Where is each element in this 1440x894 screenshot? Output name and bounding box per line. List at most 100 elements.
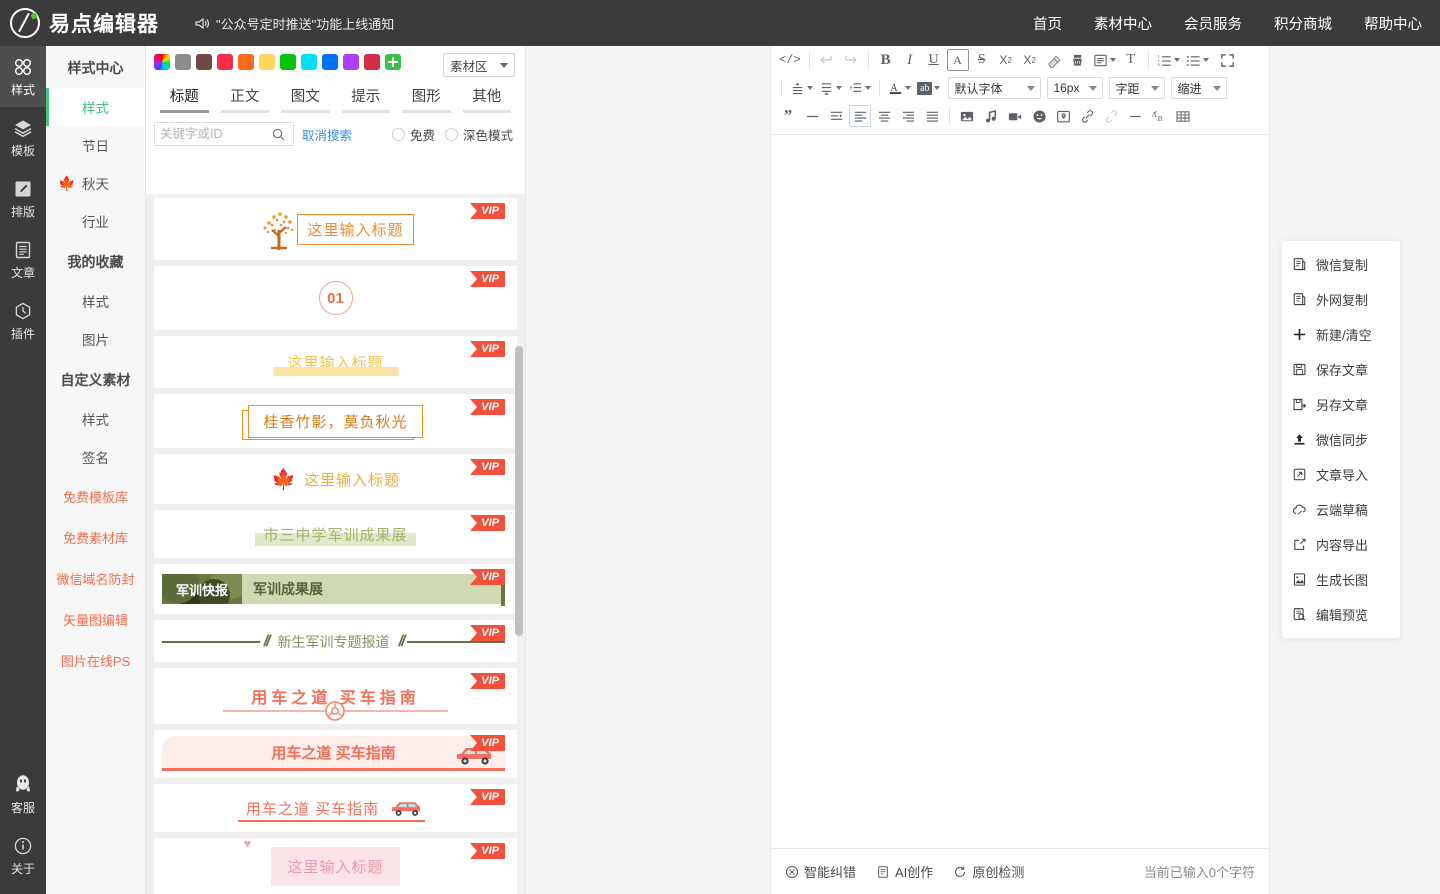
add-color-button[interactable] — [385, 54, 401, 70]
letter-spacing-select[interactable]: 字距 — [1109, 77, 1166, 99]
insert-map-icon[interactable] — [1052, 105, 1074, 127]
subscript-icon[interactable]: X2 — [1019, 49, 1041, 71]
ordered-list-icon[interactable]: 123 — [1155, 49, 1182, 71]
category-item-custom-signature[interactable]: 签名 — [46, 438, 145, 476]
tool-new-clear[interactable]: 新建/清空 — [1282, 317, 1400, 352]
search-input[interactable] — [160, 127, 272, 141]
category-item-custom-style[interactable]: 样式 — [46, 400, 145, 438]
quote-icon[interactable]: ” — [777, 105, 799, 127]
superscript-icon[interactable]: X2 — [995, 49, 1017, 71]
insert-video-icon[interactable] — [1004, 105, 1026, 127]
unlink-icon[interactable] — [1100, 105, 1122, 127]
tab-body[interactable]: 正文 — [215, 80, 276, 113]
radio-free[interactable]: 免费 — [391, 125, 435, 144]
style-card-green-highlight[interactable]: VIP 市三中学军训成果展 — [154, 510, 517, 558]
swatch-yellow[interactable] — [259, 54, 275, 70]
eraser-icon[interactable] — [1043, 49, 1065, 71]
tool-cloud-draft[interactable]: 云端草稿 — [1282, 492, 1400, 527]
link-free-template-library[interactable]: 免费模板库 — [46, 476, 145, 517]
align-left-icon[interactable] — [849, 105, 871, 127]
horizontal-rule-icon[interactable] — [801, 105, 823, 127]
undo-icon[interactable]: ↩ — [816, 49, 838, 71]
category-item-festival[interactable]: 节日 — [46, 126, 145, 164]
material-zone-dropdown[interactable]: 素材区 — [443, 53, 515, 77]
nav-item-points-mall[interactable]: 积分商城 — [1274, 13, 1332, 34]
style-card-pink-car-banner[interactable]: VIP 用车之道 买车指南 — [154, 730, 517, 778]
align-dropdown-icon[interactable] — [788, 77, 815, 99]
nav-item-material-center[interactable]: 素材中心 — [1094, 13, 1152, 34]
style-card-tree-title[interactable]: VIP 这里输入标题 — [154, 198, 517, 260]
strikethrough-icon[interactable]: S — [971, 49, 993, 71]
link-wechat-domain-protection[interactable]: 微信域名防封 — [46, 558, 145, 599]
unordered-list-icon[interactable] — [1184, 49, 1211, 71]
fullscreen-icon[interactable] — [1217, 49, 1239, 71]
tab-shape[interactable]: 图形 — [396, 80, 457, 113]
style-card-yellow-underline[interactable]: VIP 这里输入标题 — [154, 336, 517, 388]
indent-select[interactable]: 缩进 — [1171, 77, 1228, 99]
swatch-red[interactable] — [217, 54, 233, 70]
line-height-icon[interactable] — [817, 77, 844, 99]
tool-content-export[interactable]: 内容导出 — [1282, 527, 1400, 562]
clear-format-icon[interactable]: T — [1120, 49, 1142, 71]
format-brush-icon[interactable] — [1067, 49, 1089, 71]
style-card-double-frame[interactable]: VIP 桂香竹影，莫负秋光 — [154, 394, 517, 448]
category-item-industry[interactable]: 行业 — [46, 202, 145, 240]
category-item-fav-style[interactable]: 样式 — [46, 282, 145, 320]
swatch-cyan[interactable] — [301, 54, 317, 70]
category-item-fav-image[interactable]: 图片 — [46, 320, 145, 358]
tab-image-text[interactable]: 图文 — [275, 80, 336, 113]
font-family-select[interactable]: 默认字体 — [948, 77, 1042, 99]
editor-canvas[interactable] — [771, 134, 1269, 848]
source-code-icon[interactable]: </> — [777, 49, 803, 71]
insert-line-icon[interactable] — [1124, 105, 1146, 127]
style-card-car-underline[interactable]: VIP 用车之道 买车指南 — [154, 784, 517, 832]
font-color-icon[interactable]: A — [886, 77, 913, 99]
insert-emoji-icon[interactable] — [1028, 105, 1050, 127]
style-card-maple-title[interactable]: VIP 🍁 这里输入标题 — [154, 454, 517, 504]
rail-item-templates[interactable]: 模板 — [0, 107, 46, 168]
swatch-orange[interactable] — [238, 54, 254, 70]
paragraph-format-icon[interactable] — [1091, 49, 1118, 71]
search-box[interactable] — [154, 122, 294, 146]
category-item-autumn[interactable]: 🍁 秋天 — [46, 164, 145, 202]
paragraph-spacing-icon[interactable] — [846, 77, 873, 99]
swatch-brown[interactable] — [196, 54, 212, 70]
style-card-list[interactable]: VIP 这里输入标题 VIP 01 VIP 这里输入标题 VIP 桂香竹影，莫负… — [146, 194, 525, 894]
search-icon[interactable] — [272, 128, 285, 141]
style-card-pink-block[interactable]: VIP ♥ 这里输入标题 — [154, 838, 517, 894]
rail-item-plugins[interactable]: 插件 — [0, 290, 46, 351]
tab-other[interactable]: 其他 — [457, 80, 518, 113]
insert-link-icon[interactable] — [1076, 105, 1098, 127]
swatch-blue[interactable] — [322, 54, 338, 70]
style-card-camo-banner[interactable]: VIP 军训快报 军训成果展 — [154, 564, 517, 614]
ai-write-button[interactable]: AI创作 — [876, 862, 933, 881]
link-online-photoshop[interactable]: 图片在线PS — [46, 640, 145, 681]
smart-proofread-button[interactable]: 智能纠错 — [785, 862, 856, 881]
tool-edit-preview[interactable]: 编辑预览 — [1282, 597, 1400, 632]
style-card-slash-divider[interactable]: VIP // 新生军训专题报道 // — [154, 620, 517, 662]
swatch-rainbow[interactable] — [154, 54, 170, 70]
align-center-icon[interactable] — [873, 105, 895, 127]
originality-check-button[interactable]: 原创检测 — [953, 862, 1024, 881]
panel-scrollbar-thumb[interactable] — [515, 346, 523, 636]
italic-icon[interactable]: I — [899, 49, 921, 71]
rail-item-about[interactable]: 关于 — [0, 825, 46, 886]
underline-icon[interactable]: U — [923, 49, 945, 71]
redo-icon[interactable]: ↪ — [840, 49, 862, 71]
tab-tip[interactable]: 提示 — [336, 80, 397, 113]
align-justify-icon[interactable] — [921, 105, 943, 127]
rail-item-support[interactable]: 客服 — [0, 762, 46, 825]
insert-music-icon[interactable] — [980, 105, 1002, 127]
font-style-icon[interactable]: A — [946, 49, 969, 71]
tool-save-as-article[interactable]: 另存文章 — [1282, 387, 1400, 422]
style-card-wheel-title[interactable]: VIP 用车之道 买车指南 — [154, 668, 517, 724]
tool-wechat-copy[interactable]: 微信复制 — [1282, 247, 1400, 282]
link-free-material-library[interactable]: 免费素材库 — [46, 517, 145, 558]
pinyin-icon[interactable]: AB — [1148, 105, 1170, 127]
nav-item-home[interactable]: 首页 — [1033, 13, 1062, 34]
insert-table-icon[interactable] — [1172, 105, 1194, 127]
swatch-gray[interactable] — [175, 54, 191, 70]
bold-icon[interactable]: B — [875, 49, 897, 71]
rail-item-articles[interactable]: 文章 — [0, 229, 46, 290]
insert-image-icon[interactable] — [956, 105, 978, 127]
